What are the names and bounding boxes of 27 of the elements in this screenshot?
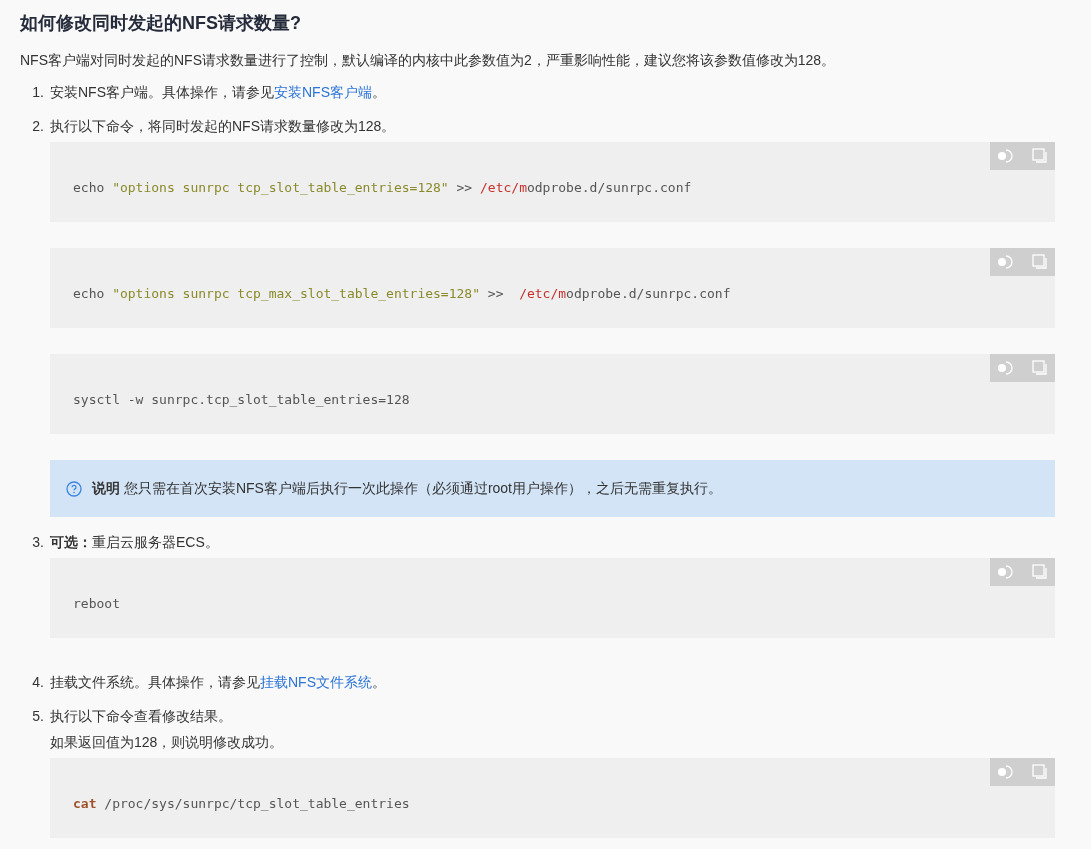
copy-icon[interactable]	[1031, 564, 1048, 580]
note-text: 说明 您只需在首次安装NFS客户端后执行一次此操作（必须通过root用户操作），之后无需重复执行。	[92, 479, 722, 498]
step-number: 4.	[31, 673, 45, 692]
code-line: cat /proc/sys/sunrpc/tcp_slot_table_entries	[73, 795, 410, 813]
doc-link[interactable]: 挂载NFS文件系统	[260, 674, 372, 690]
copy-icon[interactable]	[1031, 148, 1048, 164]
copy-icon[interactable]	[1031, 254, 1048, 270]
intro-text: NFS客户端对同时发起的NFS请求数量进行了控制，默认编译的内核中此参数值为2，严重影响性能，建议您将该参数值修改为128。	[20, 51, 837, 70]
code-line: echo "options sunrpc tcp_max_slot_table_entries=128" >> /etc/modprobe.d/sunrpc.conf	[73, 285, 731, 303]
step-text: 执行以下命令，将同时发起的NFS请求数量修改为128。	[50, 117, 397, 136]
help-icon	[66, 480, 82, 497]
step-text: 如果返回值为128，则说明修改成功。	[50, 733, 285, 752]
step-text: 执行以下命令查看修改结果。	[50, 707, 233, 726]
code-line: reboot	[73, 595, 120, 613]
copy-icon[interactable]	[1031, 360, 1048, 376]
step-number: 3.	[31, 533, 45, 552]
step-number: 5.	[31, 707, 45, 726]
page-title: 如何修改同时发起的NFS请求数量?	[20, 12, 302, 35]
doc-link[interactable]: 安装NFS客户端	[274, 84, 372, 100]
step-text: 可选：重启云服务器ECS。	[50, 533, 220, 552]
step-text: 安装NFS客户端。具体操作，请参见安装NFS客户端。	[50, 83, 387, 102]
code-line: sysctl -w sunrpc.tcp_slot_table_entries=128	[73, 391, 410, 409]
step-number: 1.	[31, 83, 45, 102]
step-number: 2.	[31, 117, 45, 136]
copy-icon[interactable]	[1031, 764, 1048, 780]
step-text: 挂载文件系统。具体操作，请参见挂载NFS文件系统。	[50, 673, 387, 692]
code-line: echo "options sunrpc tcp_slot_table_entries=128" >> /etc/modprobe.d/sunrpc.conf	[73, 179, 692, 197]
